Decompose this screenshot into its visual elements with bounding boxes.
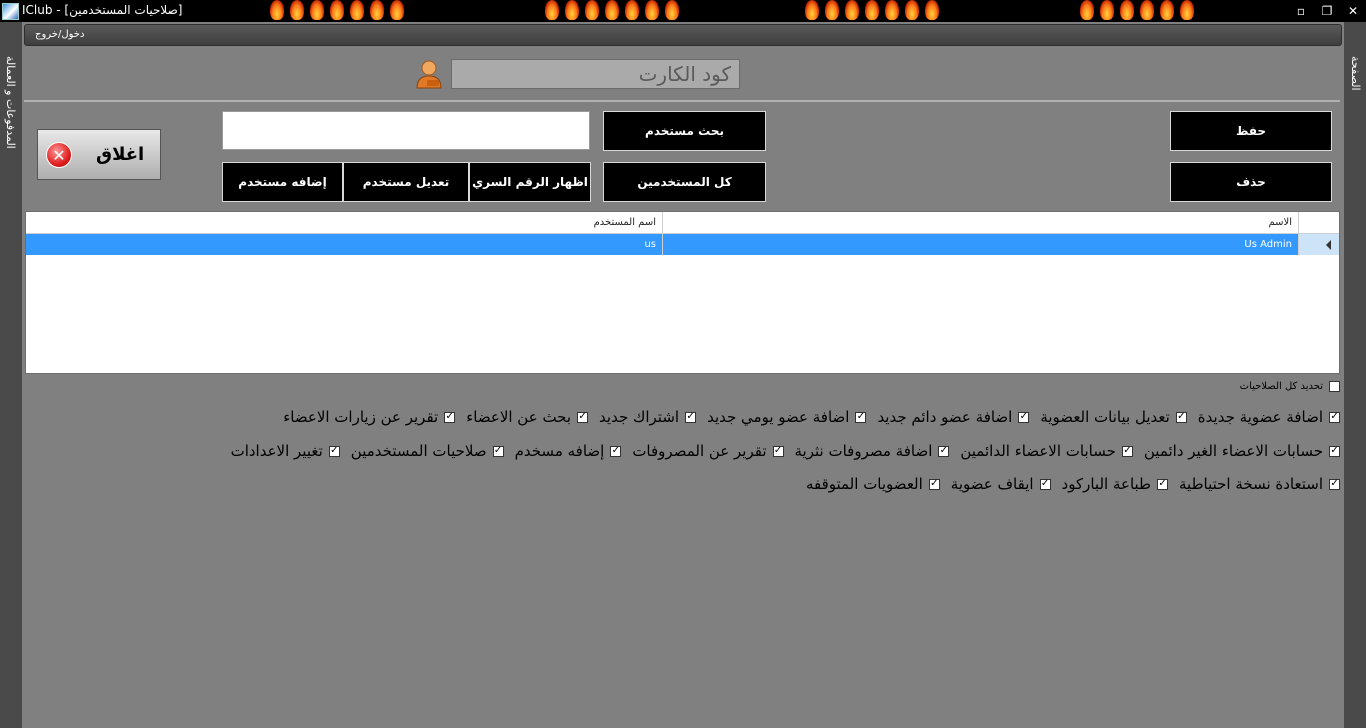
- title-bar: IClub - [صلاحيات المستخدمين] ▫ ❐ ✕: [0, 0, 1366, 22]
- permission-checkbox[interactable]: ✓: [492, 445, 504, 457]
- permission-checkbox[interactable]: ✓: [855, 411, 867, 423]
- select-all-checkbox[interactable]: [1329, 381, 1340, 392]
- right-side-panel[interactable]: الصفحة: [1344, 22, 1366, 728]
- permission-checkbox[interactable]: ✓: [1329, 445, 1340, 457]
- permission-label: تغيير الاعدادات: [230, 442, 323, 460]
- permission-label: إضافه مسخدم: [514, 442, 605, 460]
- permission-label: تقرير عن زيارات الاعضاء: [283, 408, 439, 426]
- permission-label: استعادة نسخة احتياطية: [1179, 475, 1323, 493]
- close-icon: ✕: [46, 142, 72, 168]
- row-selector[interactable]: [1299, 234, 1339, 255]
- permission-checkbox[interactable]: ✓: [328, 445, 340, 457]
- permission-item[interactable]: ✓ اضافة عضو يومي جديد: [707, 408, 867, 426]
- window-title: IClub - [صلاحيات المستخدمين]: [22, 3, 183, 17]
- permission-item[interactable]: ✓ إضافه مسخدم: [515, 442, 622, 460]
- permission-item[interactable]: ✓ حسابات الاعضاء الدائمين: [960, 442, 1133, 460]
- permission-checkbox[interactable]: ✓: [938, 445, 950, 457]
- permission-checkbox[interactable]: ✓: [577, 411, 589, 423]
- separator: [24, 100, 1340, 102]
- permissions-row-2: ✓ حسابات الاعضاء الغير دائمين ✓ حسابات الا…: [220, 442, 1340, 460]
- right-panel-label[interactable]: الصفحة: [1349, 56, 1362, 91]
- permission-checkbox[interactable]: ✓: [772, 445, 784, 457]
- user-avatar-icon: [416, 60, 442, 89]
- permission-item[interactable]: ✓ اضافة عضوية جديدة: [1198, 408, 1340, 426]
- permission-item[interactable]: ✓ بحث عن الاعضاء: [466, 408, 589, 426]
- permission-checkbox[interactable]: ✓: [928, 478, 940, 490]
- permission-item[interactable]: ✓ تغيير الاعدادات: [231, 442, 340, 460]
- permission-item[interactable]: ✓ استعادة نسخة احتياطية: [1179, 475, 1340, 493]
- permission-item[interactable]: ✓ تعديل بيانات العضوية: [1040, 408, 1187, 426]
- close-window-icon[interactable]: ✕: [1344, 2, 1362, 20]
- permission-item[interactable]: ✓ طباعة الباركود: [1062, 475, 1168, 493]
- permission-label: العضويات المتوقفه: [805, 475, 923, 493]
- users-grid[interactable]: الاسم اسم المستخدم Us Admin us: [25, 211, 1340, 374]
- app-icon: [2, 3, 19, 20]
- permission-checkbox[interactable]: ✓: [1175, 411, 1187, 423]
- search-user-input[interactable]: [222, 111, 590, 150]
- card-code-input[interactable]: كود الكارت: [451, 59, 740, 89]
- flames-decoration-4: [1080, 0, 1194, 22]
- column-header-name[interactable]: الاسم: [663, 212, 1299, 233]
- permission-checkbox[interactable]: ✓: [1018, 411, 1030, 423]
- delete-button[interactable]: حذف: [1170, 162, 1332, 202]
- permissions-row-1: ✓ اضافة عضوية جديدة ✓ تعديل بيانات العضوية…: [272, 408, 1340, 426]
- permission-item[interactable]: ✓ حسابات الاعضاء الغير دائمين: [1144, 442, 1340, 460]
- permission-label: اضافة عضو يومي جديد: [707, 408, 850, 426]
- flames-decoration: [270, 0, 404, 22]
- close-button-label: اغلاق: [96, 144, 145, 165]
- grid-header: الاسم اسم المستخدم: [26, 212, 1339, 234]
- permission-label: اشتراك جديد: [599, 408, 680, 426]
- menu-strip: دخول/خروج: [24, 24, 1342, 46]
- permission-label: اضافة مصروفات نثرية: [794, 442, 933, 460]
- column-header-username[interactable]: اسم المستخدم: [26, 212, 663, 233]
- permission-label: حسابات الاعضاء الغير دائمين: [1143, 442, 1323, 460]
- table-row[interactable]: Us Admin us: [26, 234, 1339, 255]
- select-all-permissions[interactable]: تحديد كل الصلاحيات: [1240, 381, 1340, 392]
- edit-user-button[interactable]: تعديل مستخدم: [343, 162, 469, 202]
- all-users-button[interactable]: كل المستخدمين: [603, 162, 766, 202]
- permission-checkbox[interactable]: ✓: [1121, 445, 1133, 457]
- permission-item[interactable]: ✓ تقرير عن زيارات الاعضاء: [283, 408, 456, 426]
- permission-checkbox[interactable]: ✓: [610, 445, 622, 457]
- permission-item[interactable]: ✓ ايقاف عضوية: [951, 475, 1051, 493]
- left-panel-label[interactable]: المدفوعات و العمالة: [4, 56, 17, 149]
- flames-decoration-3: [805, 0, 939, 22]
- permission-label: اضافة عضو دائم جديد: [877, 408, 1013, 426]
- left-side-panel[interactable]: المدفوعات و العمالة: [0, 22, 22, 728]
- permissions-row-3: ✓ استعادة نسخة احتياطية ✓ طباعة الباركود ✓…: [795, 475, 1340, 493]
- minimize-icon[interactable]: ▫: [1292, 2, 1310, 20]
- menu-login-logout[interactable]: دخول/خروج: [35, 29, 84, 40]
- permission-item[interactable]: ✓ اضافة عضو دائم جديد: [877, 408, 1030, 426]
- permission-label: اضافة عضوية جديدة: [1197, 408, 1323, 426]
- permission-checkbox[interactable]: ✓: [1329, 411, 1340, 423]
- cell-name[interactable]: Us Admin: [663, 234, 1299, 255]
- permission-checkbox[interactable]: ✓: [1157, 478, 1168, 490]
- restore-icon[interactable]: ❐: [1318, 2, 1336, 20]
- permission-item[interactable]: ✓ العضويات المتوقفه: [806, 475, 940, 493]
- permission-label: ايقاف عضوية: [950, 475, 1034, 493]
- show-password-button[interactable]: اظهار الرقم السري: [469, 162, 591, 202]
- permission-item[interactable]: ✓ اضافة مصروفات نثرية: [795, 442, 950, 460]
- permission-item[interactable]: ✓ اشتراك جديد: [599, 408, 697, 426]
- permission-checkbox[interactable]: ✓: [1329, 478, 1340, 490]
- permission-label: تقرير عن المصروفات: [632, 442, 767, 460]
- permission-label: صلاحيات المستخدمين: [350, 442, 487, 460]
- permission-checkbox[interactable]: ✓: [685, 411, 697, 423]
- permission-checkbox[interactable]: ✓: [444, 411, 456, 423]
- row-pointer-icon: [1326, 240, 1331, 250]
- permission-label: طباعة الباركود: [1061, 475, 1151, 493]
- permission-item[interactable]: ✓ تقرير عن المصروفات: [632, 442, 784, 460]
- select-all-label: تحديد كل الصلاحيات: [1239, 381, 1323, 392]
- permission-label: حسابات الاعضاء الدائمين: [960, 442, 1116, 460]
- close-button[interactable]: ✕ اغلاق: [37, 129, 161, 180]
- permission-label: بحث عن الاعضاء: [466, 408, 572, 426]
- save-button[interactable]: حفظ: [1170, 111, 1332, 151]
- flames-decoration-2: [545, 0, 679, 22]
- search-user-button[interactable]: بحث مستخدم: [603, 111, 766, 151]
- cell-username[interactable]: us: [26, 234, 663, 255]
- permission-item[interactable]: ✓ صلاحيات المستخدمين: [351, 442, 504, 460]
- permission-checkbox[interactable]: ✓: [1039, 478, 1051, 490]
- add-user-button[interactable]: إضافه مستخدم: [222, 162, 343, 202]
- permission-label: تعديل بيانات العضوية: [1040, 408, 1170, 426]
